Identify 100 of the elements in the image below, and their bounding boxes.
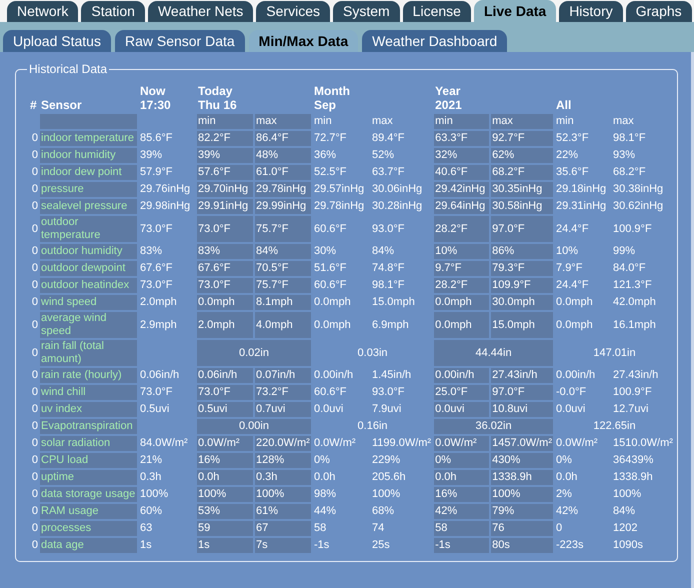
table-cell: 36.02in	[434, 419, 554, 434]
table-cell-text: 52.5°F	[313, 165, 348, 180]
nav-tab[interactable]: History	[559, 1, 623, 22]
table-cell-text: 83%	[139, 244, 164, 259]
table-cell: 1510.0W/m²	[612, 436, 674, 451]
table-cell: 0%	[434, 453, 490, 468]
table-cell-text: 58	[313, 521, 328, 536]
nav-tab[interactable]: Services	[256, 1, 330, 22]
table-cell: 0.0W/m²	[197, 436, 253, 451]
table-cell: 76	[491, 521, 554, 536]
table-cell: 220.0W/m²	[255, 436, 311, 451]
table-cell: 62%	[491, 148, 554, 163]
table-cell-text: 44%	[313, 504, 338, 519]
table-cell-text: 60%	[139, 504, 164, 519]
table-cell: 86.4°F	[255, 131, 311, 146]
table-cell: 97.0°F	[491, 385, 554, 400]
table-cell-text: 100%	[371, 487, 402, 502]
table-cell: 48%	[255, 148, 311, 163]
table-cell: 53%	[197, 504, 253, 519]
table-cell-text: 93.0°F	[371, 222, 406, 236]
table-cell: 0.3h	[255, 470, 311, 485]
table-cell-text: 0	[30, 278, 38, 293]
table-cell-text: 74.8°F	[371, 261, 406, 276]
table-cell-text: 63	[139, 521, 154, 536]
sensor-name: RAM usage	[40, 504, 137, 519]
table-cell: 0.0mph	[434, 295, 490, 310]
table-cell: 25.0°F	[434, 385, 490, 400]
table-cell: 128%	[255, 453, 311, 468]
table-cell: 40.6°F	[434, 165, 490, 180]
table-cell-text: 22%	[555, 148, 580, 163]
table-cell-text: 73.0°F	[139, 385, 174, 400]
table-cell: -1s	[434, 538, 490, 553]
table-cell-text: 2.0mph	[139, 295, 178, 310]
table-cell: 92.7°F	[491, 131, 554, 146]
table-cell-text: 0.0mph	[555, 318, 594, 332]
table-cell: 30.35inHg	[491, 182, 554, 197]
nav-tab[interactable]: Station	[81, 1, 145, 22]
sensor-name: sealevel pressure	[40, 199, 137, 214]
table-cell: 73.0°F	[197, 216, 253, 242]
table-cell: 28.2°F	[434, 278, 490, 293]
table-cell-text: 0	[30, 402, 38, 417]
nav-tab[interactable]: Graphs	[626, 1, 692, 22]
table-cell: min	[434, 114, 490, 129]
table-cell: 0.0uvi	[434, 402, 490, 417]
table-cell-text: 10%	[555, 244, 580, 259]
table-cell-text: min	[555, 114, 575, 129]
table-cell: 9.7°F	[434, 261, 490, 276]
table-cell-text: 0	[30, 222, 38, 236]
table-cell-text: 0.03in	[356, 346, 389, 360]
table-cell-text: 0	[30, 385, 38, 400]
table-cell-text: 0	[30, 244, 38, 259]
table-cell-text: 1338.9h	[612, 470, 654, 485]
table-cell: 73.0°F	[197, 385, 253, 400]
column-header: Today Thu 16	[198, 84, 237, 112]
table-cell-text: 0	[30, 295, 38, 310]
sensor-name: data storage usage	[40, 487, 137, 502]
table-cell: 2.0mph	[197, 312, 253, 338]
table-cell: 79.3°F	[491, 261, 554, 276]
table-cell-text: 85.6°F	[139, 131, 174, 146]
table-cell-text: 67.6°F	[139, 261, 174, 276]
table-cell-text: 205.6h	[371, 470, 407, 485]
table-cell-text: 30.28inHg	[371, 199, 424, 214]
sub-tab[interactable]: Upload Status	[3, 30, 111, 52]
table-cell-text: 1.45in/h	[371, 368, 412, 383]
table-cell-text: 73.0°F	[139, 278, 174, 293]
table-cell: 8.1mph	[255, 295, 311, 310]
table-cell: 0.7uvi	[255, 402, 311, 417]
sensor-name: uv index	[40, 402, 137, 417]
table-cell-text: 99%	[612, 244, 636, 259]
nav-tab[interactable]: Live Data	[474, 0, 556, 22]
sensor-name: CPU load	[40, 453, 137, 468]
nav-tab[interactable]: System	[332, 1, 400, 22]
table-cell: 1338.9h	[491, 470, 554, 485]
table-cell-text: 51.6°F	[313, 261, 348, 276]
table-cell-text: 0.0mph	[313, 318, 352, 332]
sensor-name: outdoor humidity	[40, 244, 137, 259]
table-cell: 4.0mph	[255, 312, 311, 338]
table-cell: 29.91inHg	[197, 199, 253, 214]
table-cell-text: 0	[30, 419, 38, 434]
table-cell: 29.70inHg	[197, 182, 253, 197]
sub-tab[interactable]: Min/Max Data	[248, 30, 358, 52]
table-cell-text: 98.1°F	[371, 278, 406, 293]
sensor-name: outdoor dewpoint	[40, 261, 137, 276]
table-cell-text: 0.0W/m²	[313, 436, 357, 451]
sensor-name: solar radiation	[40, 436, 137, 451]
table-cell: 0.0h	[434, 470, 490, 485]
table-cell-text: -0.0°F	[555, 385, 588, 400]
sensor-name: Evapotranspiration	[40, 419, 137, 434]
table-cell: 29.99inHg	[255, 199, 311, 214]
nav-tab[interactable]: Network	[7, 1, 78, 22]
nav-tab[interactable]: License	[402, 1, 471, 22]
sub-tab[interactable]: Raw Sensor Data	[114, 30, 245, 52]
sensor-name: wind chill	[40, 385, 137, 400]
sub-tab[interactable]: Weather Dashboard	[362, 30, 508, 52]
table-cell: 39%	[197, 148, 253, 163]
nav-tab[interactable]: Weather Nets	[148, 1, 254, 22]
column-header: All	[556, 98, 572, 112]
table-cell-text: 100%	[139, 487, 170, 502]
table-cell-text: 21%	[139, 453, 164, 468]
table-cell-text: 0.0mph	[555, 295, 594, 310]
